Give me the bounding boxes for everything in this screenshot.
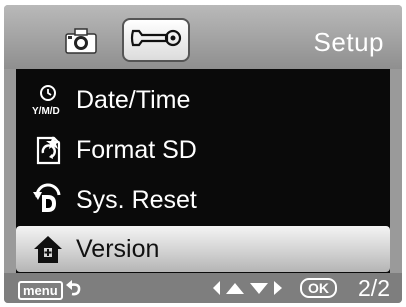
calendar-clock-icon: Y/M/D: [30, 82, 66, 118]
navigation-arrows-icon: [212, 279, 290, 302]
settings-menu: Y/M/D Date/Time Format SD Sys. Reset Ver…: [16, 69, 390, 273]
menu-item-version[interactable]: Version: [16, 226, 390, 272]
header-title: Setup: [313, 27, 384, 57]
menu-item-label: Format SD: [76, 135, 197, 164]
menu-back-button[interactable]: menu: [18, 279, 82, 302]
menu-item-date-time[interactable]: Y/M/D Date/Time: [16, 77, 390, 123]
camera-icon: [64, 27, 98, 60]
menu-item-sys-reset[interactable]: Sys. Reset: [16, 177, 390, 223]
menu-key-label: menu: [18, 281, 63, 300]
footer-bar: menu OK 2/2: [4, 273, 402, 303]
wrench-icon: [129, 25, 183, 56]
menu-item-label: Date/Time: [76, 85, 191, 114]
menu-item-label: Version: [76, 234, 160, 263]
format-sd-icon: [30, 132, 66, 168]
house-icon: [30, 231, 66, 267]
tab-setup[interactable]: [122, 18, 190, 62]
return-arrow-icon: [65, 279, 82, 302]
camera-settings-screen: Setup Y/M/D Date/Time Format SD Sys. Res…: [4, 5, 402, 303]
ok-button[interactable]: OK: [300, 278, 337, 298]
menu-item-format-sd[interactable]: Format SD: [16, 127, 390, 173]
reset-icon: [30, 182, 66, 218]
svg-text:Y/M/D: Y/M/D: [32, 106, 60, 117]
page-indicator: 2/2: [358, 275, 390, 301]
tab-camera[interactable]: [56, 21, 106, 65]
menu-item-label: Sys. Reset: [76, 185, 197, 214]
header-bar: Setup: [4, 5, 402, 69]
